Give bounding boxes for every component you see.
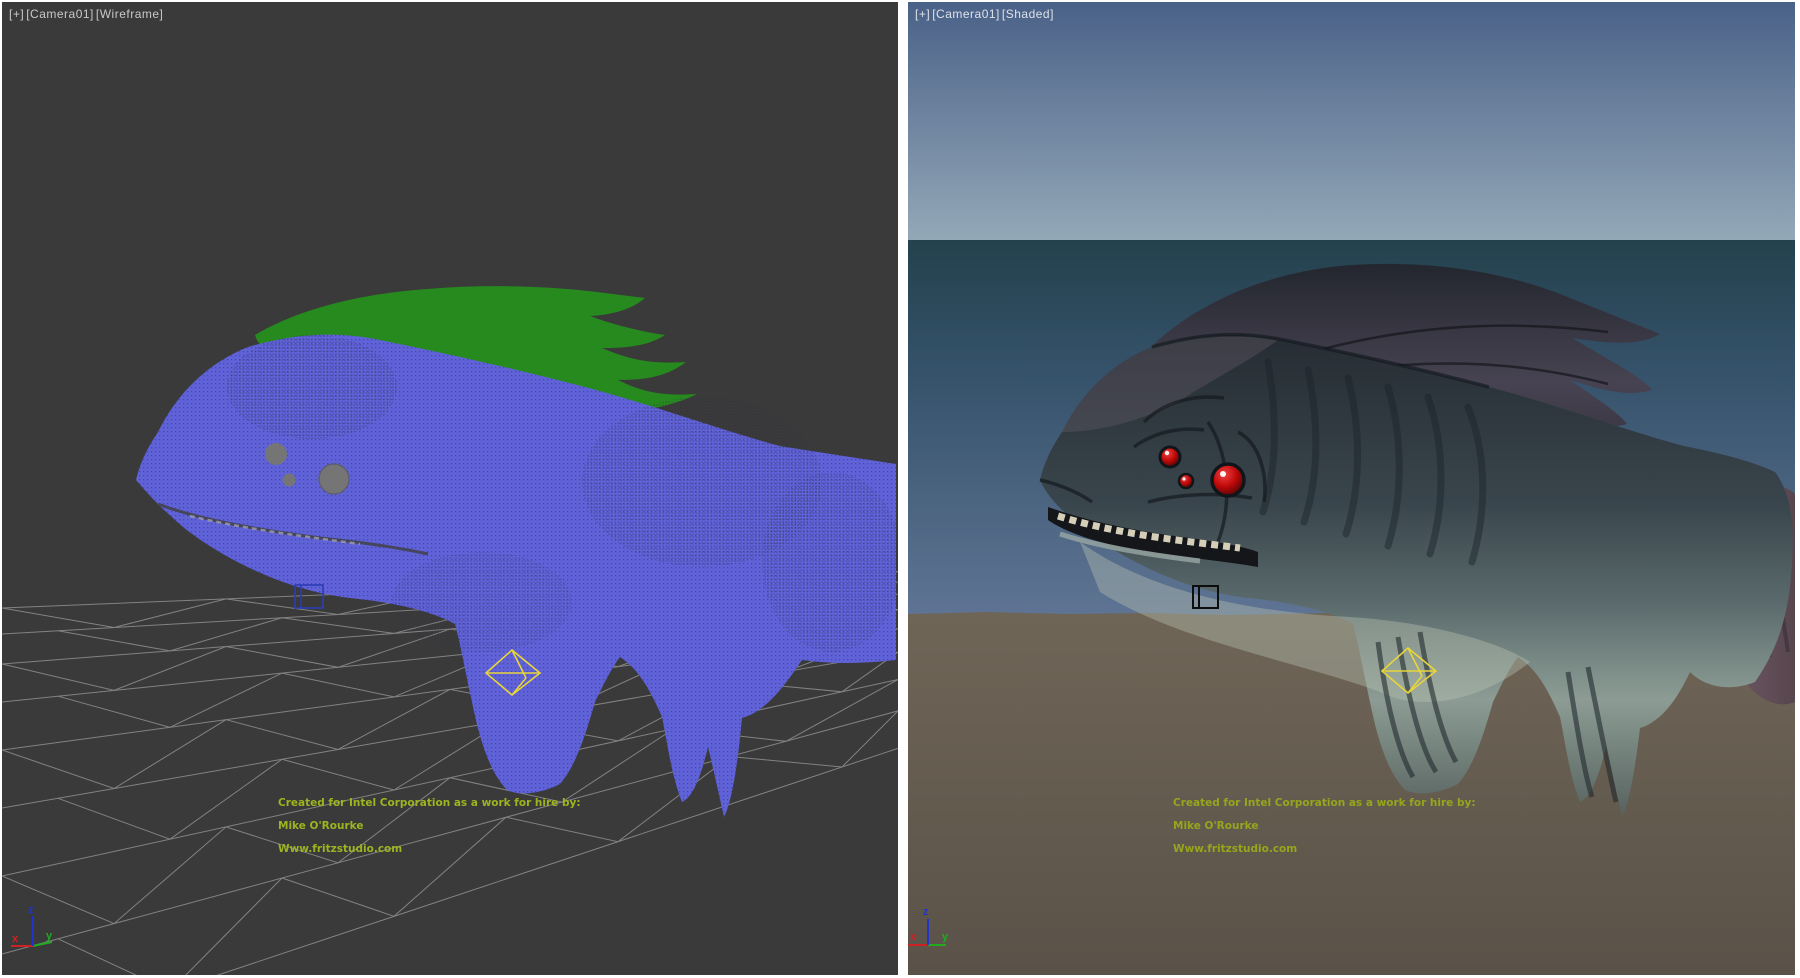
viewport-general-menu[interactable]: [+]	[9, 7, 24, 21]
viewport-label-shaded: [+] [Camera01] [Shaded]	[915, 7, 1054, 21]
wireframe-stipple-patch	[762, 472, 898, 652]
fish-model-wireframe[interactable]	[136, 335, 898, 817]
viewport-canvas: [+] [Camera01] [Wireframe]	[0, 0, 1800, 978]
viewport-wireframe[interactable]: [+] [Camera01] [Wireframe]	[2, 2, 898, 975]
viewport-label-wireframe: [+] [Camera01] [Wireframe]	[9, 7, 163, 21]
viewport-general-menu[interactable]: [+]	[915, 7, 930, 21]
environment-sky	[908, 2, 1795, 240]
viewport-pov-menu[interactable]: [Camera01]	[26, 7, 94, 21]
viewport-pov-menu[interactable]: [Camera01]	[932, 7, 1000, 21]
viewport-shading-menu[interactable]: [Wireframe]	[96, 7, 164, 21]
axis-x-label: x	[12, 933, 19, 945]
wireframe-stipple-patch	[227, 335, 397, 439]
axis-z-label: z	[923, 906, 929, 918]
axis-z-label: z	[28, 904, 34, 916]
scene-attribution-text: Created for Intel Corporation as a work …	[1173, 798, 1476, 855]
axis-x-label: x	[910, 931, 917, 943]
axis-tripod: x y z	[11, 904, 53, 946]
viewport-shaded[interactable]: [+] [Camera01] [Shaded]	[908, 2, 1795, 975]
axis-y-label: y	[942, 931, 949, 943]
fish-eye-wireframe	[265, 443, 287, 465]
fish-eye-wireframe	[319, 464, 349, 494]
wireframe-stipple-patch	[392, 552, 572, 652]
scene-attribution-text: Created for Intel Corporation as a work …	[278, 798, 581, 855]
axis-y-label: y	[46, 930, 53, 942]
viewport-shading-menu[interactable]: [Shaded]	[1002, 7, 1054, 21]
fish-eye-wireframe	[283, 474, 296, 487]
